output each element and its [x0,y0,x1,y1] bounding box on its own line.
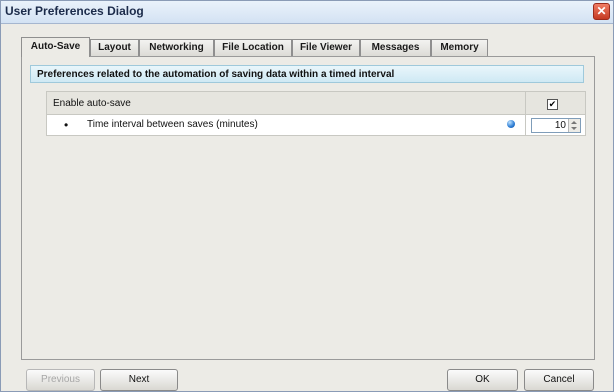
spinner-down-icon[interactable] [571,127,577,130]
enable-auto-save-label: Enable auto-save [53,98,131,109]
previous-button[interactable]: Previous [26,369,95,391]
column-divider [525,92,526,114]
title-bar[interactable]: User Preferences Dialog ✕ [1,1,613,24]
table-row: Enable auto-save ✔ [46,91,586,115]
cancel-button[interactable]: Cancel [524,369,594,391]
bullet-icon: • [64,118,69,132]
tab-memory[interactable]: Memory [431,39,488,56]
spinner-up-icon[interactable] [571,121,577,124]
time-interval-spinner[interactable]: 10 [531,118,581,133]
info-dot-icon [507,120,515,128]
close-icon[interactable]: ✕ [593,3,610,20]
column-divider [525,115,526,135]
tab-auto-save[interactable]: Auto-Save [21,37,90,57]
tab-layout[interactable]: Layout [90,39,139,56]
dialog-title: User Preferences Dialog [5,4,144,18]
enable-auto-save-checkbox[interactable]: ✔ [547,99,558,110]
panel-description: Preferences related to the automation of… [30,65,584,83]
table-row: • Time interval between saves (minutes) … [46,115,586,136]
time-interval-label: Time interval between saves (minutes) [87,119,258,130]
tab-networking[interactable]: Networking [139,39,214,56]
spinner-arrows [568,119,580,132]
tab-messages[interactable]: Messages [360,39,431,56]
preferences-dialog: User Preferences Dialog ✕ Auto-Save Layo… [0,0,614,392]
tab-file-viewer[interactable]: File Viewer [292,39,360,56]
tab-file-location[interactable]: File Location [214,39,292,56]
preferences-table: Enable auto-save ✔ • Time interval betwe… [46,91,586,137]
next-button[interactable]: Next [100,369,178,391]
auto-save-panel: Preferences related to the automation of… [21,56,595,360]
time-interval-value[interactable]: 10 [555,120,566,131]
ok-button[interactable]: OK [447,369,518,391]
